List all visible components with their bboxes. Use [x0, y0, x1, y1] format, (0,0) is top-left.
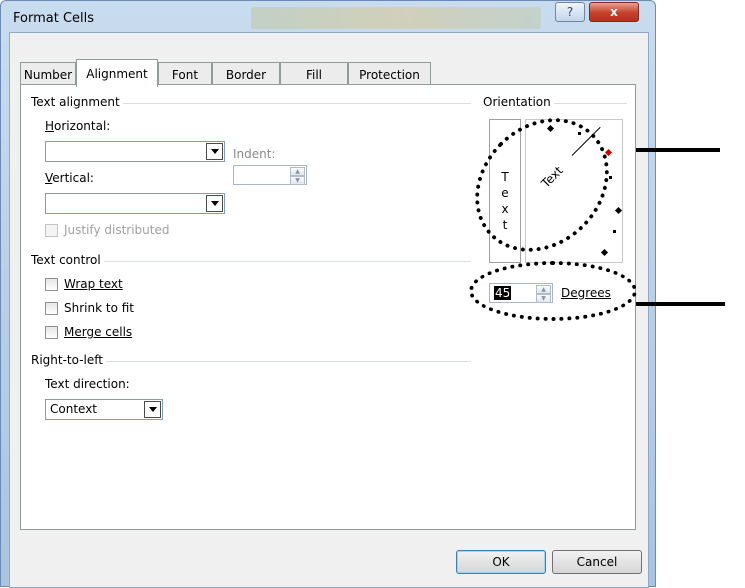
justify-distributed-checkbox: Justify distributed: [45, 223, 169, 237]
chevron-down-icon: [148, 407, 157, 412]
wrap-text-checkbox[interactable]: Wrap text: [45, 277, 123, 291]
shrink-to-fit-checkbox[interactable]: Shrink to fit: [45, 301, 134, 315]
merge-cells-label: Merge cells: [64, 325, 133, 339]
close-icon: x: [610, 5, 618, 19]
indent-label: Indent:: [233, 147, 276, 161]
tab-protection[interactable]: Protection: [348, 62, 431, 86]
help-button[interactable]: ?: [555, 2, 585, 22]
tab-alignment[interactable]: Alignment: [76, 59, 158, 87]
text-direction-label: Text direction:: [45, 377, 130, 391]
dial-tick: [609, 176, 612, 179]
cancel-button[interactable]: Cancel: [552, 550, 642, 574]
dial-marker: [600, 248, 609, 257]
vertical-select[interactable]: [45, 193, 225, 214]
indent-spin-buttons[interactable]: ▲ ▼: [290, 167, 305, 185]
dial-marker: [614, 206, 623, 215]
orientation-group-label: Orientation: [483, 95, 554, 109]
tab-font[interactable]: Font: [158, 62, 212, 86]
horizontal-select[interactable]: [45, 141, 225, 162]
checkbox-box[interactable]: [45, 325, 58, 339]
dialog-title: Format Cells: [13, 11, 95, 26]
tab-fill[interactable]: Fill: [280, 62, 348, 86]
justify-distributed-label: Justify distributed: [64, 223, 170, 237]
text-direction-dropdown-button[interactable]: [144, 401, 161, 418]
tab-label: Fill: [305, 67, 323, 82]
close-button[interactable]: x: [589, 2, 639, 22]
checkbox-box[interactable]: [45, 277, 58, 291]
tab-label: Number: [23, 67, 73, 82]
vertical-dropdown-button[interactable]: [206, 195, 223, 212]
right-to-left-group-label: Right-to-left: [31, 353, 106, 367]
horizontal-dropdown-button[interactable]: [206, 143, 223, 160]
indent-stepper[interactable]: ▲ ▼: [233, 165, 307, 185]
chevron-down-icon: [210, 149, 219, 154]
wrap-text-label: Wrap text: [64, 277, 123, 291]
annotation-ellipse: [469, 261, 637, 321]
tab-border[interactable]: Border: [212, 62, 280, 86]
tab-number[interactable]: Number: [20, 62, 76, 86]
spin-down-icon[interactable]: ▼: [290, 176, 305, 185]
ok-button[interactable]: OK: [456, 550, 546, 574]
tab-label: Alignment: [86, 66, 148, 81]
tab-label: Border: [225, 67, 267, 82]
checkbox-box[interactable]: [45, 301, 58, 315]
tab-label: Font: [171, 67, 199, 82]
checkbox-box: [45, 223, 58, 237]
background-window-blur: [251, 7, 541, 29]
merge-cells-checkbox[interactable]: Merge cells: [45, 325, 132, 339]
dial-tick: [613, 230, 616, 233]
text-direction-select[interactable]: Context: [45, 399, 163, 420]
text-direction-value: Context: [50, 402, 98, 416]
horizontal-label: Horizontal:: [45, 119, 111, 133]
alignment-tab-panel: Text alignment Horizontal: Indent: ▲ ▼ Ve…: [20, 84, 637, 530]
text-alignment-group-label: Text alignment: [31, 95, 123, 109]
chevron-down-icon: [210, 201, 219, 206]
tab-label: Protection: [359, 67, 420, 82]
spin-up-icon[interactable]: ▲: [290, 167, 305, 176]
shrink-to-fit-label: Shrink to fit: [64, 301, 134, 315]
help-icon: ?: [566, 5, 574, 19]
vertical-label: Vertical:: [45, 171, 94, 185]
text-control-group-label: Text control: [31, 253, 104, 267]
